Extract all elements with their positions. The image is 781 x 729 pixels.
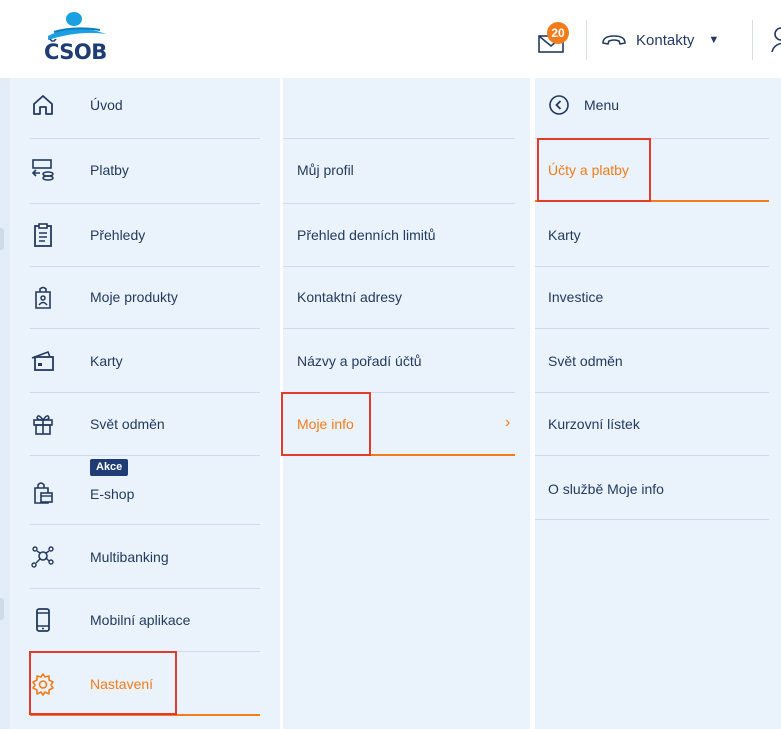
nav-item-label: Mobilní aplikace [90,612,191,628]
chevron-right-icon: › [505,414,511,431]
moje-info-item-label: Kurzovní lístek [548,416,640,432]
nav-item-label: Moje produkty [90,289,178,305]
settings-item-kontaktni-adresy[interactable]: Kontaktní adresy [297,277,515,317]
shopping-bag-icon [34,482,53,504]
csob-logo[interactable]: ČSOB [44,10,116,68]
divider [30,266,260,267]
messages-button[interactable]: 20 [538,22,578,56]
top-header: ČSOB 20 Kontakty ▼ [0,0,781,78]
highlight-box [281,392,371,456]
divider [30,392,260,393]
logo-text: ČSOB [44,40,107,64]
moje-info-item-label: Svět odměn [548,353,623,369]
divider [30,524,260,525]
gift-icon [33,415,53,435]
divider [30,203,260,204]
settings-item-nazvy-uctu[interactable]: Názvy a pořadí účtů [297,341,515,381]
contacts-label: Kontakty [636,31,695,49]
chevron-down-icon: ▼ [708,34,720,46]
settings-item-label: Můj profil [297,162,354,178]
divider [535,328,769,329]
multibanking-icon [31,546,54,568]
mobile-icon [36,608,50,632]
header-divider [752,20,753,60]
nav-item-uvod[interactable]: Úvod [30,85,260,125]
phone-icon [602,35,626,45]
nav-item-e-shop[interactable]: E-shop [30,474,260,514]
settings-item-muj-profil[interactable]: Můj profil [297,150,515,190]
products-icon [35,286,51,309]
nav-item-platby[interactable]: Platby [30,150,260,190]
nav-item-svet-odmen[interactable]: Svět odměn [30,404,260,444]
nav-item-label: Platby [90,162,129,178]
header-divider [586,20,587,60]
moje-info-item-label: O službě Moje info [548,481,664,497]
nav-item-mobilni-aplikace[interactable]: Mobilní aplikace [30,600,260,640]
clipboard-icon [34,223,52,247]
nav-item-multibanking[interactable]: Multibanking [30,537,260,577]
nav-item-label: Úvod [90,97,123,113]
moje-info-item-label: Karty [548,227,581,243]
divider [283,266,515,267]
divider [535,266,769,267]
back-to-menu-button[interactable]: Menu [548,85,768,125]
highlight-box [537,138,651,202]
divider [283,328,515,329]
nav-item-label: Přehledy [90,227,146,243]
settings-item-limity[interactable]: Přehled denních limitů [297,215,515,255]
divider [535,392,769,393]
settings-item-label: Přehled denních limitů [297,227,436,243]
nav-item-karty[interactable]: Karty [30,341,260,381]
divider [30,588,260,589]
divider [30,328,260,329]
csob-logo-wave-icon [48,12,106,40]
divider [535,519,769,520]
card-icon [31,350,54,371]
moje-info-item-o-sluzbe[interactable]: O službě Moje info [548,469,768,509]
divider [283,203,515,204]
moje-info-item-label: Investice [548,289,604,305]
home-icon [33,95,53,115]
notification-badge: 20 [547,22,569,44]
settings-item-label: Kontaktní adresy [297,289,403,305]
back-circle-icon [549,95,569,115]
moje-info-item-svet-odmen[interactable]: Svět odměn [548,341,768,381]
back-label: Menu [584,97,620,113]
divider [30,455,260,456]
nav-item-label: Karty [90,353,123,369]
nav-item-moje-produkty[interactable]: Moje produkty [30,277,260,317]
highlight-box [29,651,177,715]
user-icon[interactable] [770,26,781,54]
left-edge-strip [0,78,10,729]
nav-item-label: E-shop [90,486,135,502]
divider [283,138,515,139]
moje-info-item-kurzovni-listek[interactable]: Kurzovní lístek [548,404,768,444]
settings-item-label: Názvy a pořadí účtů [297,353,422,369]
moje-info-item-karty[interactable]: Karty [548,215,768,255]
nav-item-label: Multibanking [90,549,169,565]
payments-icon [31,159,54,181]
divider [535,455,769,456]
nav-item-label: Svět odměn [90,416,165,432]
moje-info-item-investice[interactable]: Investice [548,277,768,317]
divider [30,138,260,139]
contacts-dropdown[interactable]: Kontakty ▼ [600,26,719,54]
nav-item-prehledy[interactable]: Přehledy [30,215,260,255]
